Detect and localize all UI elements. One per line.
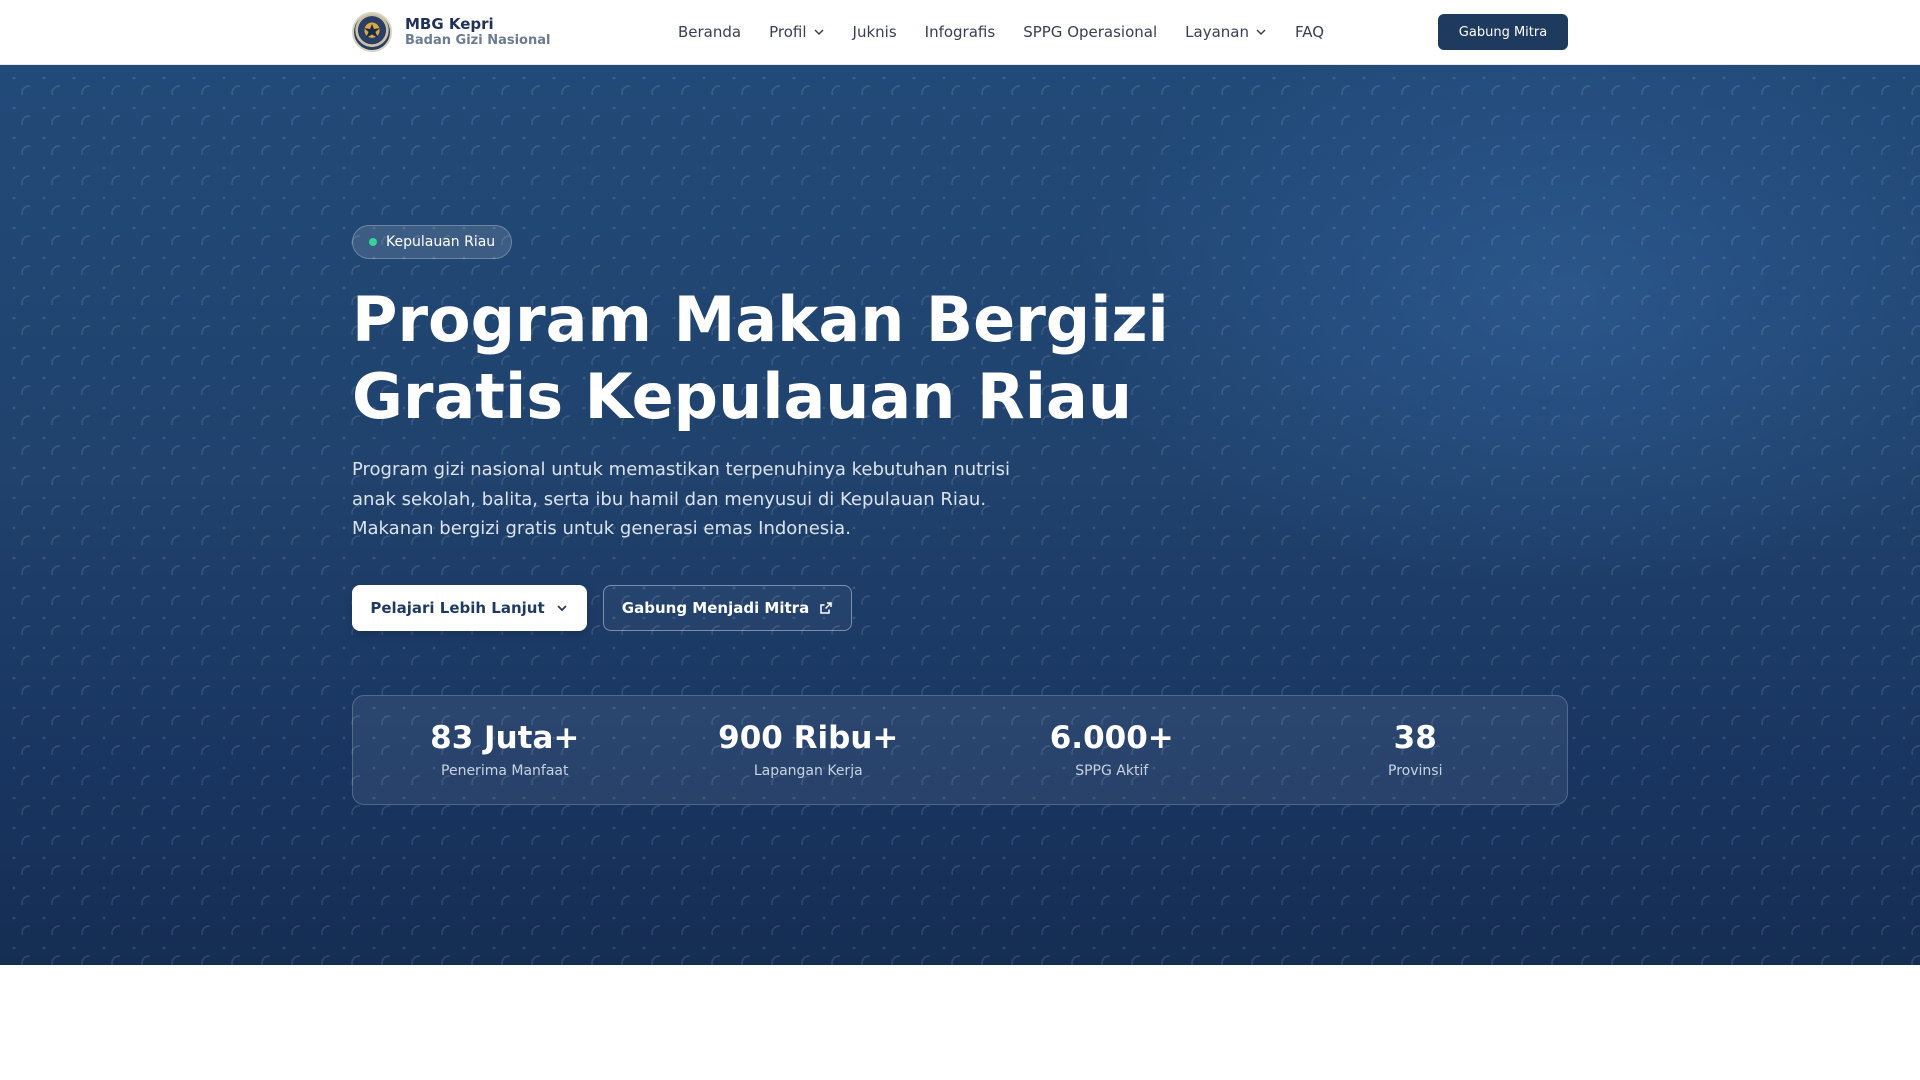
hero-description-line: Program gizi nasional untuk memastikan t…: [352, 459, 1011, 480]
nav-item-label: Juknis: [852, 23, 897, 41]
nav-item-label: Beranda: [678, 23, 742, 41]
garuda-emblem-icon: [352, 12, 392, 52]
stat-item: 83 Juta+ Penerima Manfaat: [353, 719, 657, 781]
nav-item-label: FAQ: [1294, 23, 1325, 41]
nav-item-label: SPPG Operasional: [1023, 23, 1158, 41]
chevron-down-icon: [557, 605, 567, 612]
stat-value: 900 Ribu+: [718, 720, 899, 756]
brand-text: MBG Kepri Badan Gizi Nasional: [405, 15, 550, 49]
stat-item: 6.000+ SPPG Aktif: [960, 719, 1264, 781]
button-label: Gabung Menjadi Mitra: [621, 599, 810, 617]
chevron-down-icon: [814, 29, 824, 36]
brand-subtitle: Badan Gizi Nasional: [405, 33, 551, 49]
stat-value: 83 Juta+: [430, 720, 580, 756]
stat-label: SPPG Aktif: [1075, 763, 1149, 779]
stats-panel: 83 Juta+ Penerima Manfaat 900 Ribu+ Lapa…: [352, 695, 1568, 805]
chevron-down-icon: [1256, 29, 1266, 36]
nav-item-label: Infografis: [924, 23, 996, 41]
hero-title-line: Program Makan Bergizi: [352, 283, 1169, 356]
gabung-mitra-button[interactable]: Gabung Mitra: [1438, 14, 1568, 50]
region-badge: Kepulauan Riau: [352, 225, 513, 259]
stat-item: 900 Ribu+ Lapangan Kerja: [657, 719, 961, 781]
stat-label: Penerima Manfaat: [441, 763, 569, 779]
garuda-emblem-icon: [364, 24, 380, 38]
external-link-icon: [820, 602, 832, 614]
stat-value: 6.000+: [1049, 720, 1174, 756]
nav-item-beranda[interactable]: Beranda: [678, 23, 741, 41]
main-nav: Beranda Profil Juknis Infografis SPPG Op…: [678, 0, 1324, 64]
pelajari-lebih-lanjut-button[interactable]: Pelajari Lebih Lanjut: [352, 585, 587, 631]
nav-item-juknis[interactable]: Juknis: [853, 23, 897, 41]
stat-value: 38: [1393, 720, 1437, 756]
nav-item-infografis[interactable]: Infografis: [925, 23, 996, 41]
nav-item-faq[interactable]: FAQ: [1295, 23, 1324, 41]
hero-title-line: Gratis Kepulauan Riau: [352, 360, 1132, 433]
brand[interactable]: MBG Kepri Badan Gizi Nasional: [352, 11, 550, 53]
nav-item-label: Profil: [769, 23, 807, 41]
status-dot-icon: [369, 238, 377, 246]
hero-description-line: anak sekolah, balita, serta ibu hamil da…: [352, 488, 987, 510]
nav-item-layanan[interactable]: Layanan: [1185, 23, 1267, 41]
hero-title: Program Makan Bergizi Gratis Kepulauan R…: [352, 281, 1252, 435]
stat-label: Lapangan Kerja: [753, 763, 863, 779]
hero-description-line: Makanan bergizi gratis untuk generasi em…: [352, 518, 851, 539]
nav-item-label: Layanan: [1185, 23, 1249, 41]
nav-item-sppg-operasional[interactable]: SPPG Operasional: [1023, 23, 1157, 41]
gabung-menjadi-mitra-button[interactable]: Gabung Menjadi Mitra: [603, 585, 852, 631]
hero-section: Kepulauan Riau Program Makan Bergizi Gra…: [0, 65, 1920, 965]
site-header: MBG Kepri Badan Gizi Nasional Beranda Pr…: [0, 0, 1920, 65]
nav-item-profil[interactable]: Profil: [769, 23, 824, 41]
stat-label: Provinsi: [1388, 763, 1443, 779]
button-label: Pelajari Lebih Lanjut: [370, 599, 545, 617]
region-badge-label: Kepulauan Riau: [386, 234, 496, 250]
stat-item: 38 Provinsi: [1264, 719, 1568, 781]
brand-title: MBG Kepri: [405, 15, 494, 34]
hero-description: Program gizi nasional untuk memastikan t…: [352, 455, 1032, 544]
